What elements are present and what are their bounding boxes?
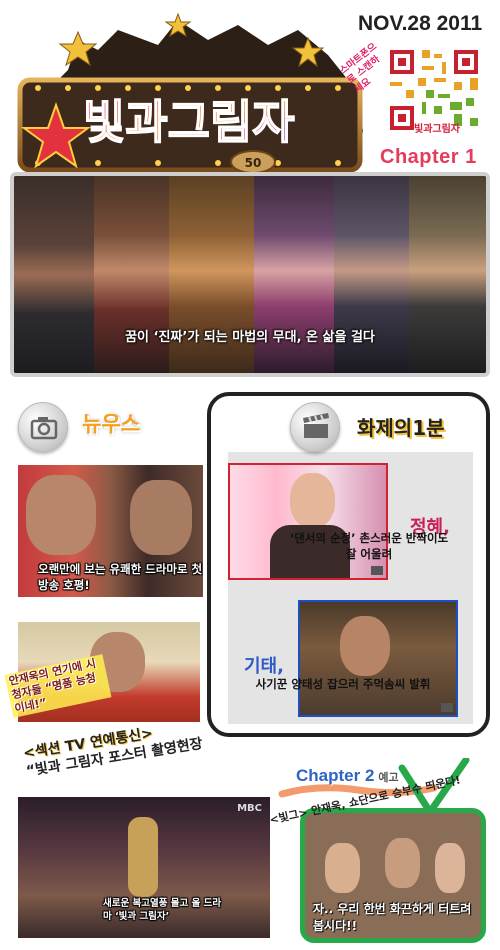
banner-caption: 꿈이 ‘진짜’가 되는 마법의 무대, 온 삶을 걸다 [125, 330, 375, 345]
topic-caption-2: 사기꾼 양태성 잡으러 주먹솜씨 발휘 [255, 677, 431, 691]
topic-section-title: 화제의1분 [357, 416, 445, 440]
news-photo-1[interactable]: 오랜만에 보는 유쾌한 드라마로 첫방송 호평! [18, 465, 203, 597]
topic-caption-1: ‘댄서의 순정’ 촌스러운 반짝이도 잘 어울려 [289, 531, 449, 561]
show-logo: 빛과그림자 50 [17, 12, 363, 174]
section-tv-caption: 새로운 복고열풍 몰고 올 드라마 ‘빛과 그림자’ [103, 898, 222, 922]
chapter2-preview[interactable]: 자.. 우리 한번 화끈하게 터트려 봅시다!! [300, 808, 486, 943]
date-label: NOV.28 2011 [358, 12, 483, 35]
qr-label: 빛과그림자 [414, 124, 460, 135]
topic-photo-1[interactable] [228, 463, 388, 580]
news-caption-1: 오랜만에 보는 유쾌한 드라마로 첫방송 호평! [38, 562, 203, 592]
topic-name-2: 기태, [244, 656, 284, 677]
chapter-label: Chapter 1 [380, 146, 477, 168]
chapter2-label: Chapter 2 예고 [296, 766, 399, 786]
chapter2-text: Chapter 2 [296, 766, 375, 785]
section-tv-video[interactable]: MBC 새로운 복고열풍 몰고 올 드라마 ‘빛과 그림자’ [18, 797, 270, 938]
svg-text:빛과그림자: 빛과그림자 [83, 95, 295, 149]
svg-text:50: 50 [245, 156, 262, 170]
broadcaster-logo: MBC [237, 803, 262, 814]
chapter2-caption: 자.. 우리 한번 화끈하게 터트려 봅시다!! [313, 902, 472, 933]
camera-icon [18, 402, 68, 452]
chapter2-suffix: 예고 [378, 772, 399, 784]
news-section-title: 뉴우스 [82, 412, 140, 436]
clapperboard-icon [290, 402, 340, 452]
topic-photo-2[interactable] [298, 600, 458, 717]
cast-banner: 꿈이 ‘진짜’가 되는 마법의 무대, 온 삶을 걸다 [10, 172, 490, 377]
